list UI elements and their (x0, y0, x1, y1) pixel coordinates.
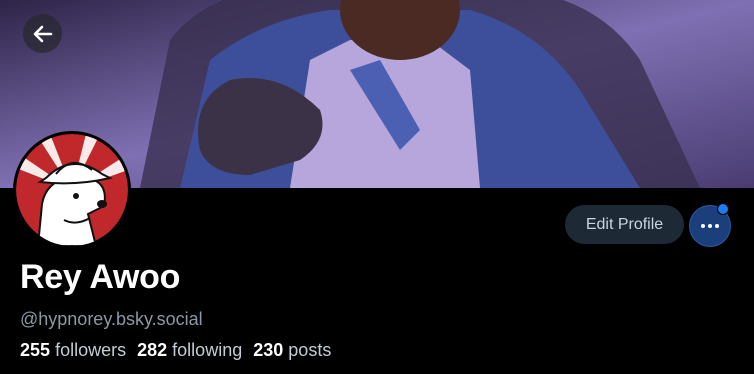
ellipsis-icon (701, 224, 719, 228)
followers-label: followers (55, 340, 127, 360)
followers-count: 255 (20, 340, 51, 360)
posts-label: posts (288, 340, 332, 360)
following-link[interactable]: 282 following (137, 340, 242, 360)
avatar-image (16, 134, 128, 246)
profile-stats: 255 followers 282 following 230 posts (20, 340, 337, 361)
following-count: 282 (137, 340, 168, 360)
following-label: following (172, 340, 243, 360)
profile-name: Rey Awoo (20, 258, 181, 296)
arrow-left-icon (33, 25, 52, 42)
back-button[interactable] (23, 14, 62, 53)
edit-profile-button[interactable]: Edit Profile (565, 205, 684, 244)
notification-dot (717, 203, 729, 215)
posts-count: 230 (253, 340, 284, 360)
posts-stat: 230 posts (253, 340, 331, 360)
avatar[interactable] (13, 131, 131, 249)
profile-handle[interactable]: @hypnorey.bsky.social (20, 309, 203, 330)
followers-link[interactable]: 255 followers (20, 340, 126, 360)
